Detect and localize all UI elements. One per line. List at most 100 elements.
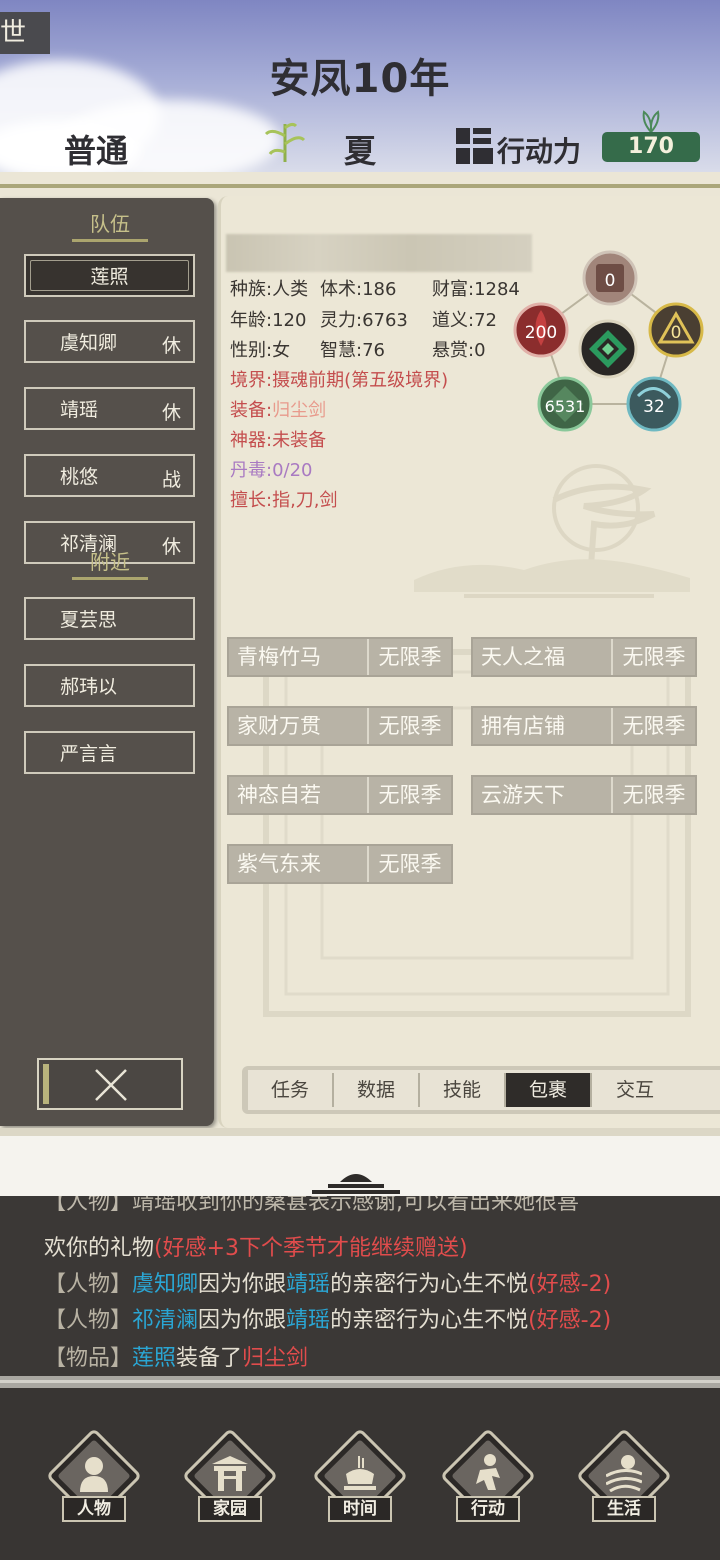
log-line: 【人物】虞知卿因为你跟靖瑶的亲密行为心生不悦(好感-2): [44, 1266, 611, 1298]
action-points-icon: [456, 128, 493, 164]
tab-inventory[interactable]: 包裹: [506, 1073, 592, 1107]
trait-name: 云游天下: [481, 783, 565, 807]
element-top-value: 0: [605, 271, 616, 291]
trait-tag[interactable]: 拥有店铺 无限季: [471, 706, 697, 746]
team-member-jingyao[interactable]: 靖瑶 休: [24, 387, 195, 430]
stat-spirit: 灵力:6763: [320, 310, 408, 331]
stat-gender: 性别:女: [230, 340, 291, 361]
nearby-xiayunsi[interactable]: 夏芸思: [24, 597, 195, 640]
team-member-taoyou[interactable]: 桃悠 战: [24, 454, 195, 497]
nav-label: 时间: [328, 1496, 392, 1522]
close-icon: [95, 1069, 127, 1101]
member-name: 莲照: [90, 266, 129, 288]
trait-tag[interactable]: 家财万贯 无限季: [227, 706, 453, 746]
stat-skills: 擅长:指,刀,剑: [230, 490, 338, 511]
stat-equipment: 装备:归尘剑: [230, 396, 326, 422]
log-item[interactable]: 归尘剑: [242, 1346, 308, 1371]
character-name-placeholder: [226, 234, 532, 272]
expand-log-icon[interactable]: [310, 1168, 402, 1196]
log-category: 【物品】: [44, 1346, 133, 1371]
element-bottom-left-value: 6531: [545, 397, 586, 416]
nav-action-button[interactable]: 行动: [439, 1427, 537, 1532]
five-element-wheel[interactable]: 0 0 200 6531 32: [508, 248, 708, 434]
pine-moon-watermark: [414, 464, 690, 598]
log-text: 因为你跟: [198, 1272, 287, 1297]
stat-realm: 境界:摄魂前期(第五级境界): [230, 370, 449, 391]
trait-duration: 无限季: [367, 708, 451, 744]
team-member-yuzhiqing[interactable]: 虞知卿 休: [24, 320, 195, 363]
action-points-label: 行动力: [497, 135, 582, 168]
log-character[interactable]: 靖瑶: [286, 1308, 330, 1333]
decorative-frame: [263, 649, 691, 1017]
trait-name: 神态自若: [237, 783, 321, 807]
log-text: 欢你的礼物: [44, 1236, 155, 1261]
stat-race: 种族:人类: [230, 279, 309, 300]
team-member-lianzhao[interactable]: 莲照: [24, 254, 195, 297]
log-text: 的亲密行为心生不悦: [330, 1272, 529, 1297]
tab-data[interactable]: 数据: [334, 1073, 420, 1107]
trait-duration: 无限季: [367, 846, 451, 882]
sunset-field-icon: [606, 1455, 642, 1492]
stat-wealth: 财富:1284: [432, 279, 520, 300]
nav-home-button[interactable]: 家园: [181, 1427, 279, 1532]
header-divider: [0, 172, 720, 192]
member-state: 战: [161, 469, 181, 491]
stat-bounty: 悬赏:0: [432, 340, 486, 361]
nav-label: 行动: [456, 1496, 520, 1522]
element-bottom-right-value: 32: [643, 397, 665, 417]
trait-tag[interactable]: 紫气东来 无限季: [227, 844, 453, 884]
stat-poison: 丹毒:0/20: [230, 460, 313, 481]
equipment-prefix: 装备:: [230, 400, 273, 421]
nearby-section-label: 附近: [72, 546, 148, 580]
log-category: 【人物】: [44, 1308, 133, 1333]
log-character[interactable]: 虞知卿: [132, 1272, 198, 1297]
log-separator: [0, 1376, 720, 1388]
element-right-value: 0: [671, 323, 682, 343]
log-character[interactable]: 莲照: [132, 1346, 176, 1371]
log-text: 因为你跟: [198, 1308, 287, 1333]
log-character[interactable]: 祁清澜: [132, 1308, 198, 1333]
season-label: 夏: [344, 132, 377, 170]
member-name: 靖瑶: [60, 399, 99, 421]
nav-label: 生活: [592, 1496, 656, 1522]
log-effect: (好感-2): [528, 1308, 612, 1333]
nearby-haoweiyi[interactable]: 郝玮以: [24, 664, 195, 707]
tab-skills[interactable]: 技能: [420, 1073, 506, 1107]
member-state: 休: [161, 402, 181, 424]
nearby-yanyanyan[interactable]: 严言言: [24, 731, 195, 774]
trait-duration: 无限季: [611, 708, 695, 744]
trait-tag[interactable]: 青梅竹马 无限季: [227, 637, 453, 677]
trait-name: 青梅竹马: [237, 645, 321, 669]
trait-tag[interactable]: 神态自若 无限季: [227, 775, 453, 815]
trait-tag[interactable]: 天人之福 无限季: [471, 637, 697, 677]
trait-tag[interactable]: 云游天下 无限季: [471, 775, 697, 815]
trait-name: 天人之福: [481, 645, 565, 669]
person-icon: [80, 1457, 108, 1492]
log-line: 【人物】祁清澜因为你跟靖瑶的亲密行为心生不悦(好感-2): [44, 1302, 611, 1334]
stat-morality: 道义:72: [432, 310, 497, 331]
bamboo-icon: [264, 122, 306, 162]
trait-name: 家财万贯: [237, 714, 321, 738]
tab-tasks[interactable]: 任务: [248, 1073, 334, 1107]
gate-icon: [212, 1456, 248, 1491]
equipment-value[interactable]: 归尘剑: [272, 400, 326, 421]
trait-duration: 无限季: [367, 639, 451, 675]
trait-duration: 无限季: [611, 777, 695, 813]
log-character[interactable]: 靖瑶: [286, 1272, 330, 1297]
log-text: 的亲密行为心生不悦: [330, 1308, 529, 1333]
team-section-label: 队伍: [72, 208, 148, 242]
event-log[interactable]: 【人物】靖瑶收到你的桑葚表示感谢,可以看出来她很喜 欢你的礼物(好感+3下个季节…: [0, 1196, 720, 1376]
era-title: 安凤10年: [269, 56, 451, 102]
trait-duration: 无限季: [611, 639, 695, 675]
nearby-name: 严言言: [60, 743, 118, 765]
bottom-navigation: 人物 家园 时间 行动 生活: [0, 1388, 720, 1560]
log-text: 装备了: [176, 1346, 243, 1371]
nav-label: 人物: [62, 1496, 126, 1522]
nav-time-button[interactable]: 时间: [311, 1427, 409, 1532]
tab-interact[interactable]: 交互: [592, 1073, 678, 1107]
nav-life-button[interactable]: 生活: [575, 1427, 673, 1532]
close-panel-button[interactable]: [37, 1058, 183, 1110]
nav-character-button[interactable]: 人物: [45, 1427, 143, 1532]
detail-tabs: 任务 数据 技能 包裹 交互: [242, 1066, 720, 1114]
top-header: 世 安凤10年 普通 夏 行动力 170: [0, 0, 720, 172]
